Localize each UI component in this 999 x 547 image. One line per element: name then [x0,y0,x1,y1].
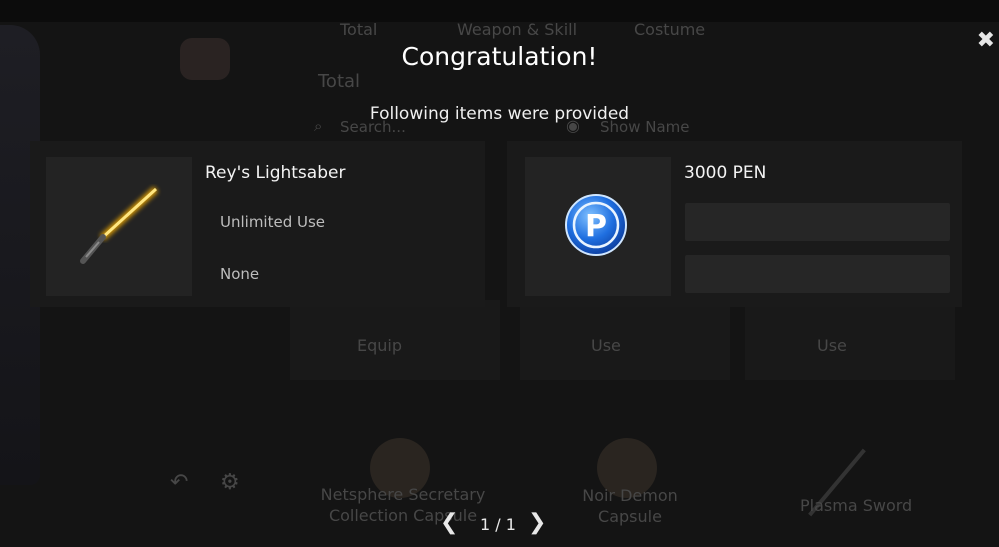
lightsaber-icon [80,186,159,264]
equip-button[interactable]: Equip [357,336,402,355]
svg-text:P: P [585,209,607,244]
item-detail-empty [685,203,950,241]
item-thumbnail: P [525,157,671,296]
undo-icon[interactable]: ↶ [170,470,188,495]
item-duration: Unlimited Use [220,213,326,231]
tab-total[interactable]: Total [340,20,377,39]
close-icon[interactable]: ✖ [977,28,995,53]
item-name: 3000 PEN [684,163,767,183]
reward-item-card: Rey's Lightsaber Unlimited Use None [30,141,485,307]
tab-weapon-skill[interactable]: Weapon & Skill [457,20,577,39]
reward-item-card: P 3000 PEN [507,141,962,307]
top-bar [0,0,999,22]
item-detail-empty [685,255,950,293]
tab-costume[interactable]: Costume [634,20,705,39]
item-thumbnail [46,157,192,296]
item-extra: None [220,265,260,283]
dialog-subtitle: Following items were provided [369,104,630,124]
pagination: ❮ 1 / 1 ❯ [440,510,550,538]
use-button[interactable]: Use [817,336,847,355]
bg-item-card [520,300,730,380]
pen-coin-icon: P [565,194,627,256]
dialog-title: Congratulation! [401,42,598,71]
item-name: Rey's Lightsaber [205,163,346,183]
prev-page-icon[interactable]: ❮ [440,510,458,535]
bg-item-label: Noir Demon Capsule [582,486,678,526]
page-indicator: 1 / 1 [480,515,516,534]
next-page-icon[interactable]: ❯ [528,510,546,535]
bg-item-label: Plasma Sword [800,496,913,515]
bg-item-card [745,300,955,380]
gear-icon[interactable]: ⚙ [220,470,240,495]
section-title: Total [318,71,361,92]
use-button[interactable]: Use [591,336,621,355]
